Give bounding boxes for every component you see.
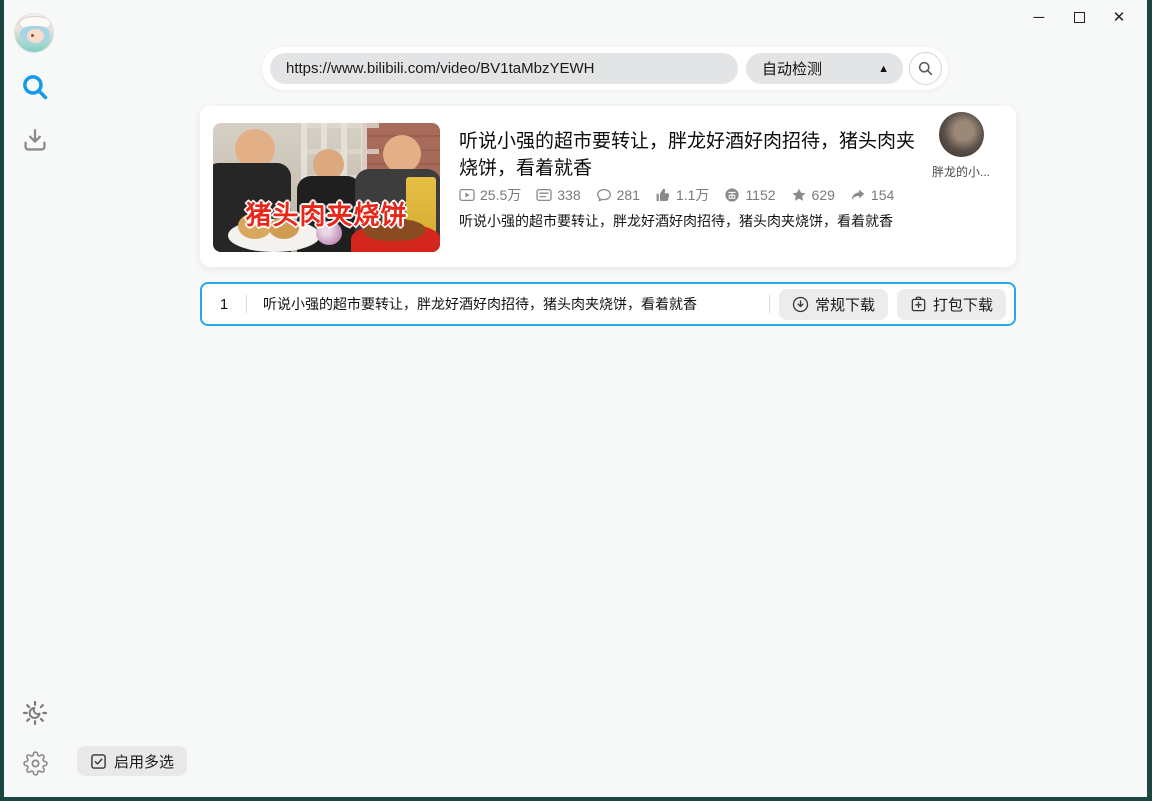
uploader-name: 胖龙的小...	[931, 165, 990, 179]
checkbox-icon	[91, 753, 106, 769]
video-thumbnail[interactable]: 猪头肉夹烧饼	[213, 123, 440, 252]
stat-likes: 1.1万	[655, 185, 709, 205]
app-window: ─ ✕ https://www.bilibili.com/video/BV1ta…	[4, 0, 1147, 797]
download-tray-icon	[24, 129, 46, 151]
enable-multiselect-button[interactable]: 启用多选	[77, 746, 188, 776]
uploader-avatar[interactable]	[938, 112, 984, 157]
stat-danmaku: 338	[536, 187, 581, 203]
danmaku-icon	[536, 188, 552, 202]
search-icon	[23, 75, 48, 100]
window-controls: ─ ✕	[1019, 2, 1139, 32]
regular-download-button[interactable]: 常规下载	[778, 288, 888, 320]
sidebar-item-downloads[interactable]	[20, 125, 50, 155]
site-mode-select[interactable]: 自动检测 ▲	[746, 53, 903, 84]
coins-count: 1152	[745, 187, 776, 203]
uploader: 胖龙的小...	[928, 112, 994, 180]
download-item-row[interactable]: 1 听说小强的超市要转让，胖龙好酒好肉招待，猪头肉夹烧饼，看着就香 常规下载 打…	[200, 282, 1016, 326]
divider	[246, 295, 247, 313]
site-mode-value: 自动检测	[762, 61, 823, 78]
close-button[interactable]: ✕	[1099, 2, 1139, 32]
favorites-count: 629	[811, 187, 835, 203]
video-title: 听说小强的超市要转让，胖龙好酒好肉招待，猪头肉夹烧饼，看着就香	[459, 131, 916, 179]
sidebar	[4, 0, 66, 797]
stat-coins: 1152	[724, 187, 776, 203]
maximize-icon	[1073, 11, 1085, 23]
multiselect-label: 启用多选	[114, 753, 175, 771]
sidebar-item-theme-toggle[interactable]	[20, 698, 50, 728]
package-download-label: 打包下载	[932, 296, 993, 314]
danmaku-count: 338	[557, 187, 581, 203]
item-index: 1	[219, 295, 229, 313]
package-plus-icon	[911, 296, 926, 311]
minimize-button[interactable]: ─	[1019, 2, 1059, 32]
thumbs-up-icon	[656, 188, 670, 201]
avatar-eye	[31, 34, 34, 37]
video-stats: 25.5万 338 281 1.1万 1152 629 154	[459, 185, 894, 205]
package-download-button[interactable]: 打包下载	[896, 288, 1006, 320]
item-title: 听说小强的超市要转让，胖龙好酒好肉招待，猪头肉夹烧饼，看着就香	[263, 296, 697, 312]
divider	[768, 295, 770, 313]
sidebar-item-settings[interactable]	[20, 748, 50, 778]
maximize-button[interactable]	[1059, 2, 1099, 32]
avatar-face	[27, 29, 44, 43]
comments-count: 281	[616, 187, 640, 203]
parse-search-button[interactable]	[909, 52, 942, 85]
video-description: 听说小强的超市要转让，胖龙好酒好肉招待，猪头肉夹烧饼，看着就香	[459, 213, 893, 229]
comment-icon	[596, 188, 611, 202]
theme-toggle-icon	[22, 700, 48, 726]
play-icon	[459, 188, 475, 202]
url-input[interactable]	[270, 53, 738, 84]
circle-download-icon	[792, 296, 809, 312]
gear-icon	[22, 750, 48, 776]
thumbnail-caption: 猪头肉夹烧饼	[245, 200, 408, 230]
likes-count: 1.1万	[675, 187, 710, 203]
user-avatar[interactable]	[14, 13, 54, 53]
chevron-up-icon: ▲	[878, 62, 889, 75]
stat-favorites: 629	[791, 187, 835, 203]
stat-views: 25.5万	[459, 185, 521, 205]
stat-shares: 154	[850, 187, 894, 203]
views-count: 25.5万	[480, 187, 522, 203]
shares-count: 154	[870, 187, 895, 203]
stat-comments: 281	[596, 187, 640, 203]
regular-download-label: 常规下载	[814, 296, 875, 314]
coin-icon	[725, 188, 740, 202]
star-icon	[792, 188, 805, 201]
sidebar-item-search[interactable]	[20, 72, 50, 102]
url-bar: 自动检测 ▲	[262, 47, 948, 90]
share-icon	[851, 189, 865, 200]
search-icon	[918, 61, 933, 76]
video-card: 猪头肉夹烧饼 听说小强的超市要转让，胖龙好酒好肉招待，猪头肉夹烧饼，看着就香 2…	[200, 106, 1016, 267]
